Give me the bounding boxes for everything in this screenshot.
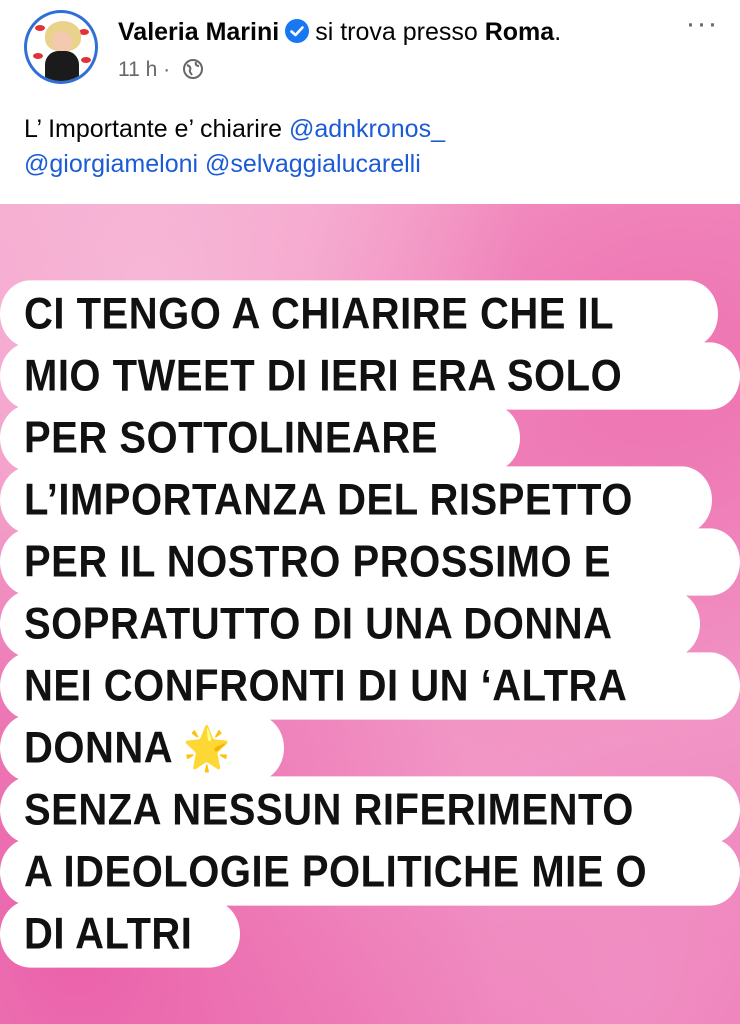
location-suffix: . — [554, 18, 562, 46]
story-text-line: CI TENGO A CHIARIRE CHE IL — [0, 280, 718, 348]
globe-icon[interactable] — [182, 58, 204, 86]
story-text-line: DONNA 🌟 — [0, 714, 284, 782]
mention-link[interactable]: @giorgiameloni — [24, 150, 198, 178]
verified-badge-icon — [285, 19, 310, 43]
timestamp[interactable]: 11 h — [118, 58, 157, 81]
story-text-line: A IDEOLOGIE POLITICHE MIE O — [0, 838, 740, 906]
post-header: Valeria Marini si trova presso Roma. 11 h… — [0, 0, 740, 100]
avatar-image — [27, 13, 95, 81]
author-line: Valeria Marini si trova presso Roma. — [118, 16, 561, 48]
mention-link[interactable]: @adnkronos_ — [289, 115, 445, 143]
location-link[interactable]: Roma — [485, 18, 554, 46]
avatar[interactable] — [24, 10, 98, 84]
author-name[interactable]: Valeria Marini — [118, 18, 279, 46]
story-text-word: DONNA — [24, 723, 172, 773]
caption-text: L’ Importante e’ chiarire — [24, 115, 289, 143]
story-text-line: PER SOTTOLINEARE — [0, 404, 520, 472]
story-text-line: L’IMPORTANZA DEL RISPETTO — [0, 466, 712, 534]
post-caption: L’ Importante e’ chiarire @adnkronos_ @g… — [24, 112, 724, 182]
meta-separator: · — [163, 58, 171, 81]
mention-link[interactable]: @selvaggialucarelli — [205, 150, 421, 178]
more-options-icon[interactable]: ··· — [680, 9, 724, 44]
location-prefix: si trova presso — [315, 18, 478, 46]
story-text-line: PER IL NOSTRO PROSSIMO E — [0, 528, 740, 596]
story-text-line: MIO TWEET DI IERI ERA SOLO — [0, 342, 740, 410]
star-emoji-icon: 🌟 — [183, 725, 232, 773]
story-text-line: NEI CONFRONTI DI UN ‘ALTRA — [0, 652, 740, 720]
story-image[interactable]: CI TENGO A CHIARIRE CHE IL MIO TWEET DI … — [0, 204, 740, 1024]
story-text-line: SENZA NESSUN RIFERIMENTO — [0, 776, 740, 844]
story-text-line: DI ALTRI — [0, 900, 240, 968]
story-text-line: SOPRATUTTO DI UNA DONNA — [0, 590, 700, 658]
post-meta: 11 h · — [118, 58, 204, 86]
